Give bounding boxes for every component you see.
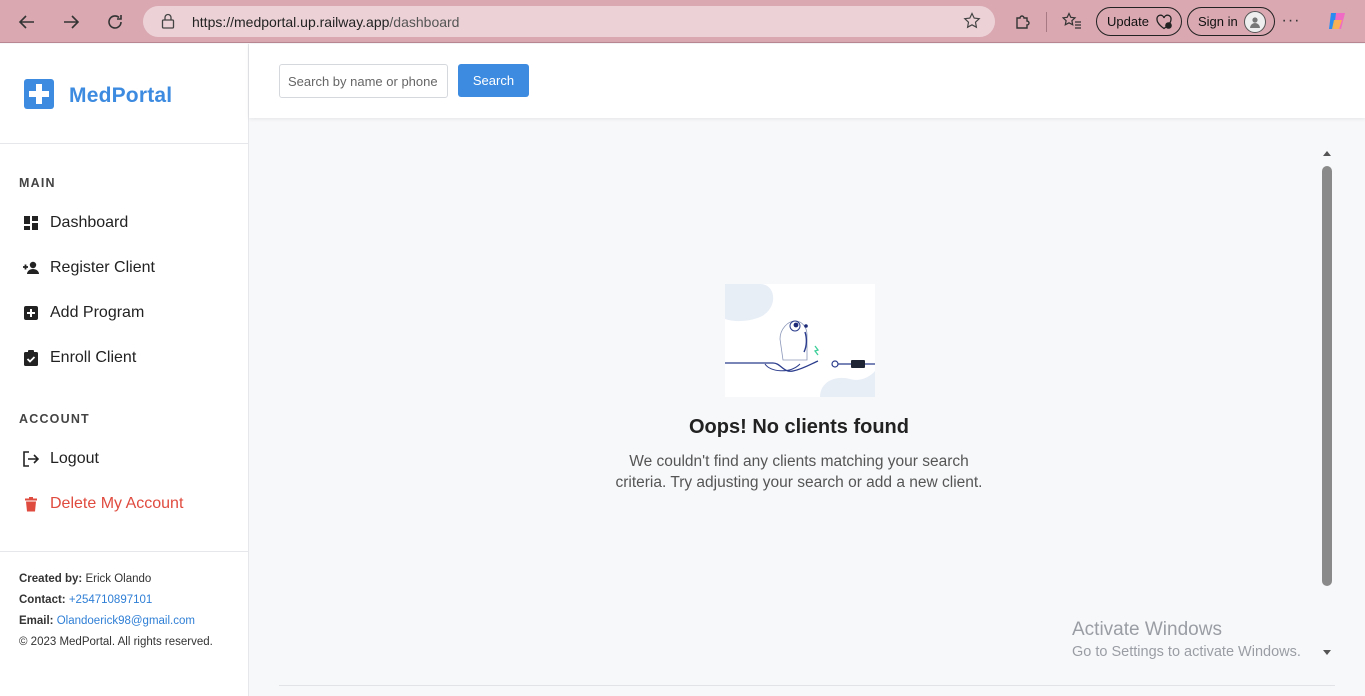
signin-label: Sign in bbox=[1198, 14, 1238, 29]
url-host: https://medportal.up.railway.app bbox=[192, 14, 390, 30]
more-menu-icon[interactable]: ··· bbox=[1280, 10, 1302, 32]
footer-copyright: © 2023 MedPortal. All rights reserved. bbox=[19, 636, 213, 648]
back-button[interactable] bbox=[13, 8, 41, 36]
extensions-button[interactable] bbox=[1012, 10, 1034, 32]
lock-icon bbox=[161, 13, 175, 29]
sidebar-item-label: Enroll Client bbox=[50, 349, 137, 366]
scroll-down-arrow-icon[interactable] bbox=[1323, 650, 1331, 655]
signin-button[interactable]: Sign in bbox=[1187, 7, 1275, 36]
sidebar: MedPortal MAIN Dashboard Register Client… bbox=[0, 44, 249, 696]
forward-button[interactable] bbox=[57, 8, 85, 36]
sidebar-item-label: Delete My Account bbox=[50, 495, 184, 512]
puzzle-icon bbox=[1016, 15, 1030, 29]
main-content: Oops! No clients found We couldn't find … bbox=[249, 118, 1365, 696]
brand-header: MedPortal bbox=[0, 44, 248, 144]
footer-created-by: Created by: Erick Olando bbox=[19, 569, 229, 590]
plus-square-icon bbox=[22, 304, 40, 322]
browser-toolbar: https://medportal.up.railway.app/dashboa… bbox=[0, 0, 1365, 43]
brand-name: MedPortal bbox=[69, 84, 173, 107]
sidebar-item-label: Register Client bbox=[50, 259, 155, 276]
sidebar-item-delete-account[interactable]: Delete My Account bbox=[0, 486, 248, 522]
address-bar[interactable]: https://medportal.up.railway.app/dashboa… bbox=[143, 6, 995, 37]
section-title-account: ACCOUNT bbox=[19, 412, 90, 426]
person-add-icon bbox=[22, 259, 40, 277]
copilot-button[interactable] bbox=[1326, 10, 1348, 32]
footer-created-by-value: Erick Olando bbox=[85, 573, 152, 585]
footer-email-label: Email: bbox=[19, 615, 54, 627]
empty-state-illustration bbox=[725, 284, 875, 397]
url-text: https://medportal.up.railway.app/dashboa… bbox=[192, 14, 459, 30]
vertical-scrollbar[interactable] bbox=[1319, 151, 1335, 663]
medical-cross-logo-icon bbox=[24, 79, 54, 109]
footer-email: Email: Olandoerick98@gmail.com bbox=[19, 611, 229, 632]
footer-contact-label: Contact: bbox=[19, 594, 66, 606]
refresh-icon bbox=[108, 15, 122, 29]
arrow-left-icon bbox=[18, 15, 34, 29]
profile-avatar-icon bbox=[1243, 10, 1266, 33]
footer-email-link[interactable]: Olandoerick98@gmail.com bbox=[57, 615, 195, 627]
update-button[interactable]: Update bbox=[1096, 7, 1182, 36]
clipboard-check-icon bbox=[22, 349, 40, 367]
favorite-star-icon[interactable] bbox=[963, 12, 981, 30]
sidebar-item-enroll-client[interactable]: Enroll Client bbox=[0, 340, 248, 376]
sidebar-item-label: Logout bbox=[50, 450, 99, 467]
sidebar-footer: Created by: Erick Olando Contact: +25471… bbox=[0, 551, 248, 653]
favorites-button[interactable] bbox=[1061, 10, 1083, 32]
copilot-icon bbox=[1329, 13, 1345, 29]
refresh-button[interactable] bbox=[101, 8, 129, 36]
toolbar-divider bbox=[1046, 12, 1047, 32]
top-bar: Search bbox=[249, 44, 1365, 118]
trash-icon bbox=[22, 495, 40, 513]
dashboard-icon bbox=[22, 214, 40, 232]
sidebar-item-label: Add Program bbox=[50, 304, 145, 321]
watermark-line1: Activate Windows bbox=[1072, 619, 1222, 640]
search-button[interactable]: Search bbox=[458, 64, 529, 97]
watermark-line2: Go to Settings to activate Windows. bbox=[1072, 644, 1301, 660]
search-input[interactable] bbox=[279, 64, 448, 98]
empty-state-message: We couldn't find any clients matching yo… bbox=[615, 453, 983, 491]
favorites-list-icon bbox=[1062, 12, 1081, 29]
logout-icon bbox=[22, 450, 40, 468]
update-label: Update bbox=[1107, 14, 1149, 29]
footer-created-by-label: Created by: bbox=[19, 573, 83, 585]
footer-contact: Contact: +254710897101 bbox=[19, 590, 229, 611]
sidebar-item-dashboard[interactable]: Dashboard bbox=[0, 205, 248, 241]
sidebar-item-add-program[interactable]: Add Program bbox=[0, 295, 248, 331]
windows-activation-watermark: Activate Windows Go to Settings to activ… bbox=[1072, 619, 1301, 660]
scrollbar-thumb[interactable] bbox=[1322, 166, 1332, 586]
sidebar-item-register-client[interactable]: Register Client bbox=[0, 250, 248, 286]
footer-contact-link[interactable]: +254710897101 bbox=[69, 594, 152, 606]
sidebar-item-label: Dashboard bbox=[50, 214, 129, 231]
arrow-right-icon bbox=[64, 15, 80, 29]
empty-state-title: Oops! No clients found bbox=[689, 416, 909, 438]
url-path: /dashboard bbox=[389, 14, 460, 30]
content-divider bbox=[279, 685, 1335, 686]
scroll-up-arrow-icon[interactable] bbox=[1323, 151, 1331, 156]
update-heart-icon bbox=[1155, 13, 1173, 31]
sidebar-item-logout[interactable]: Logout bbox=[0, 441, 248, 477]
section-title-main: MAIN bbox=[19, 176, 56, 190]
